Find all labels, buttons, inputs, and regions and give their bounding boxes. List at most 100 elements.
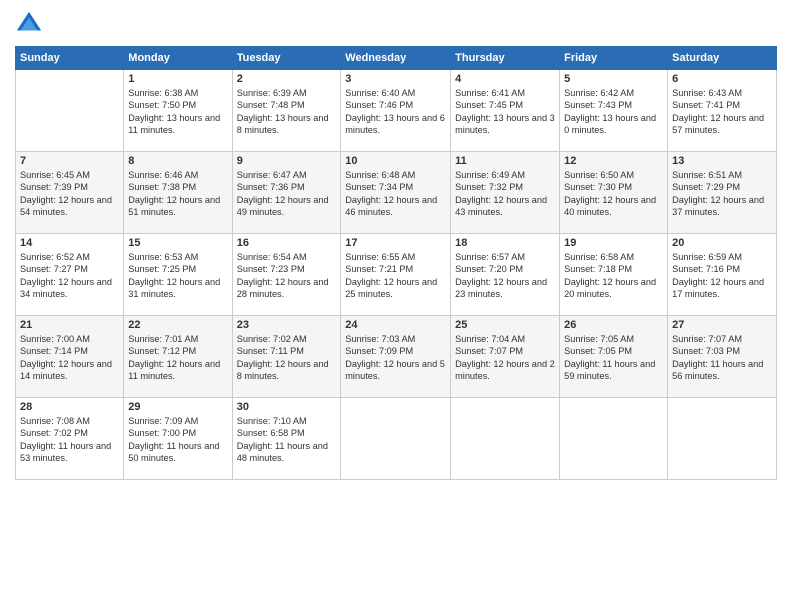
cell-info: Sunrise: 7:02 AMSunset: 7:11 PMDaylight:… (237, 333, 337, 383)
calendar-cell: 28 Sunrise: 7:08 AMSunset: 7:02 PMDaylig… (16, 398, 124, 480)
cell-date: 25 (455, 319, 555, 331)
cell-date: 11 (455, 155, 555, 167)
calendar-cell: 20 Sunrise: 6:59 AMSunset: 7:16 PMDaylig… (668, 234, 777, 316)
cell-date: 12 (564, 155, 663, 167)
calendar-cell: 7 Sunrise: 6:45 AMSunset: 7:39 PMDayligh… (16, 152, 124, 234)
cell-info: Sunrise: 6:43 AMSunset: 7:41 PMDaylight:… (672, 87, 772, 137)
calendar-cell (668, 398, 777, 480)
cell-info: Sunrise: 7:01 AMSunset: 7:12 PMDaylight:… (128, 333, 227, 383)
calendar-cell (560, 398, 668, 480)
calendar-cell: 1 Sunrise: 6:38 AMSunset: 7:50 PMDayligh… (124, 70, 232, 152)
calendar-week-row: 7 Sunrise: 6:45 AMSunset: 7:39 PMDayligh… (16, 152, 777, 234)
calendar-cell: 17 Sunrise: 6:55 AMSunset: 7:21 PMDaylig… (341, 234, 451, 316)
cell-info: Sunrise: 6:40 AMSunset: 7:46 PMDaylight:… (345, 87, 446, 137)
calendar-cell: 8 Sunrise: 6:46 AMSunset: 7:38 PMDayligh… (124, 152, 232, 234)
calendar-week-row: 14 Sunrise: 6:52 AMSunset: 7:27 PMDaylig… (16, 234, 777, 316)
cell-info: Sunrise: 6:52 AMSunset: 7:27 PMDaylight:… (20, 251, 119, 301)
logo-icon (15, 10, 43, 38)
cell-info: Sunrise: 7:07 AMSunset: 7:03 PMDaylight:… (672, 333, 772, 383)
calendar-cell: 16 Sunrise: 6:54 AMSunset: 7:23 PMDaylig… (232, 234, 341, 316)
cell-date: 3 (345, 73, 446, 85)
cell-info: Sunrise: 7:05 AMSunset: 7:05 PMDaylight:… (564, 333, 663, 383)
cell-info: Sunrise: 6:48 AMSunset: 7:34 PMDaylight:… (345, 169, 446, 219)
cell-info: Sunrise: 7:04 AMSunset: 7:07 PMDaylight:… (455, 333, 555, 383)
cell-info: Sunrise: 6:54 AMSunset: 7:23 PMDaylight:… (237, 251, 337, 301)
calendar-cell: 3 Sunrise: 6:40 AMSunset: 7:46 PMDayligh… (341, 70, 451, 152)
day-header: Tuesday (232, 47, 341, 70)
calendar-week-row: 21 Sunrise: 7:00 AMSunset: 7:14 PMDaylig… (16, 316, 777, 398)
cell-info: Sunrise: 6:51 AMSunset: 7:29 PMDaylight:… (672, 169, 772, 219)
cell-date: 21 (20, 319, 119, 331)
cell-date: 1 (128, 73, 227, 85)
cell-date: 7 (20, 155, 119, 167)
calendar-week-row: 28 Sunrise: 7:08 AMSunset: 7:02 PMDaylig… (16, 398, 777, 480)
cell-date: 14 (20, 237, 119, 249)
calendar-cell: 21 Sunrise: 7:00 AMSunset: 7:14 PMDaylig… (16, 316, 124, 398)
day-header: Monday (124, 47, 232, 70)
cell-info: Sunrise: 7:00 AMSunset: 7:14 PMDaylight:… (20, 333, 119, 383)
cell-date: 26 (564, 319, 663, 331)
cell-info: Sunrise: 7:03 AMSunset: 7:09 PMDaylight:… (345, 333, 446, 383)
calendar-cell: 2 Sunrise: 6:39 AMSunset: 7:48 PMDayligh… (232, 70, 341, 152)
day-header: Wednesday (341, 47, 451, 70)
logo (15, 10, 47, 38)
day-header: Friday (560, 47, 668, 70)
cell-info: Sunrise: 7:08 AMSunset: 7:02 PMDaylight:… (20, 415, 119, 465)
cell-date: 17 (345, 237, 446, 249)
calendar-cell: 26 Sunrise: 7:05 AMSunset: 7:05 PMDaylig… (560, 316, 668, 398)
day-header: Saturday (668, 47, 777, 70)
cell-date: 16 (237, 237, 337, 249)
calendar-cell: 12 Sunrise: 6:50 AMSunset: 7:30 PMDaylig… (560, 152, 668, 234)
cell-info: Sunrise: 6:41 AMSunset: 7:45 PMDaylight:… (455, 87, 555, 137)
cell-info: Sunrise: 6:39 AMSunset: 7:48 PMDaylight:… (237, 87, 337, 137)
calendar-cell: 14 Sunrise: 6:52 AMSunset: 7:27 PMDaylig… (16, 234, 124, 316)
cell-info: Sunrise: 6:49 AMSunset: 7:32 PMDaylight:… (455, 169, 555, 219)
calendar-cell: 4 Sunrise: 6:41 AMSunset: 7:45 PMDayligh… (451, 70, 560, 152)
cell-date: 22 (128, 319, 227, 331)
cell-info: Sunrise: 6:55 AMSunset: 7:21 PMDaylight:… (345, 251, 446, 301)
calendar-cell: 5 Sunrise: 6:42 AMSunset: 7:43 PMDayligh… (560, 70, 668, 152)
calendar-cell: 15 Sunrise: 6:53 AMSunset: 7:25 PMDaylig… (124, 234, 232, 316)
calendar-week-row: 1 Sunrise: 6:38 AMSunset: 7:50 PMDayligh… (16, 70, 777, 152)
cell-info: Sunrise: 6:47 AMSunset: 7:36 PMDaylight:… (237, 169, 337, 219)
calendar-table: SundayMondayTuesdayWednesdayThursdayFrid… (15, 46, 777, 480)
calendar-cell: 29 Sunrise: 7:09 AMSunset: 7:00 PMDaylig… (124, 398, 232, 480)
calendar-header-row: SundayMondayTuesdayWednesdayThursdayFrid… (16, 47, 777, 70)
calendar-cell: 25 Sunrise: 7:04 AMSunset: 7:07 PMDaylig… (451, 316, 560, 398)
calendar-cell: 9 Sunrise: 6:47 AMSunset: 7:36 PMDayligh… (232, 152, 341, 234)
cell-date: 5 (564, 73, 663, 85)
cell-date: 29 (128, 401, 227, 413)
cell-date: 18 (455, 237, 555, 249)
cell-info: Sunrise: 7:10 AMSunset: 6:58 PMDaylight:… (237, 415, 337, 465)
calendar-container: SundayMondayTuesdayWednesdayThursdayFrid… (0, 0, 792, 612)
cell-date: 15 (128, 237, 227, 249)
cell-date: 13 (672, 155, 772, 167)
calendar-cell: 24 Sunrise: 7:03 AMSunset: 7:09 PMDaylig… (341, 316, 451, 398)
cell-date: 27 (672, 319, 772, 331)
cell-info: Sunrise: 6:53 AMSunset: 7:25 PMDaylight:… (128, 251, 227, 301)
cell-info: Sunrise: 6:50 AMSunset: 7:30 PMDaylight:… (564, 169, 663, 219)
cell-date: 6 (672, 73, 772, 85)
day-header: Thursday (451, 47, 560, 70)
calendar-cell (341, 398, 451, 480)
calendar-cell: 22 Sunrise: 7:01 AMSunset: 7:12 PMDaylig… (124, 316, 232, 398)
cell-date: 4 (455, 73, 555, 85)
cell-info: Sunrise: 6:45 AMSunset: 7:39 PMDaylight:… (20, 169, 119, 219)
calendar-cell (16, 70, 124, 152)
cell-date: 28 (20, 401, 119, 413)
calendar-cell: 27 Sunrise: 7:07 AMSunset: 7:03 PMDaylig… (668, 316, 777, 398)
cell-info: Sunrise: 6:38 AMSunset: 7:50 PMDaylight:… (128, 87, 227, 137)
calendar-cell: 19 Sunrise: 6:58 AMSunset: 7:18 PMDaylig… (560, 234, 668, 316)
calendar-cell: 18 Sunrise: 6:57 AMSunset: 7:20 PMDaylig… (451, 234, 560, 316)
cell-date: 19 (564, 237, 663, 249)
cell-info: Sunrise: 6:46 AMSunset: 7:38 PMDaylight:… (128, 169, 227, 219)
calendar-cell: 10 Sunrise: 6:48 AMSunset: 7:34 PMDaylig… (341, 152, 451, 234)
calendar-cell: 11 Sunrise: 6:49 AMSunset: 7:32 PMDaylig… (451, 152, 560, 234)
cell-info: Sunrise: 6:58 AMSunset: 7:18 PMDaylight:… (564, 251, 663, 301)
cell-date: 2 (237, 73, 337, 85)
calendar-cell: 23 Sunrise: 7:02 AMSunset: 7:11 PMDaylig… (232, 316, 341, 398)
cell-date: 23 (237, 319, 337, 331)
cell-date: 9 (237, 155, 337, 167)
cell-date: 20 (672, 237, 772, 249)
cell-info: Sunrise: 7:09 AMSunset: 7:00 PMDaylight:… (128, 415, 227, 465)
